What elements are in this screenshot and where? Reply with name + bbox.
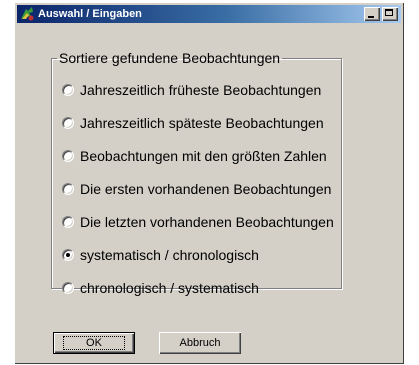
radio-option-earliest-seasonal[interactable]: Jahreszeitlich früheste Beobachtungen	[62, 82, 321, 98]
cancel-button-label: Abbruch	[179, 337, 221, 349]
radio-button[interactable]	[62, 84, 74, 96]
radio-option-chronological-systematic[interactable]: chronologisch / systematisch	[62, 280, 259, 296]
group-legend: Sortiere gefundene Beobachtungen	[59, 50, 281, 66]
dialog-window: Auswahl / Eingaben Sortiere gefundene Be…	[14, 2, 404, 364]
app-icon	[21, 7, 34, 21]
ok-button[interactable]: OK	[53, 332, 135, 354]
radio-button[interactable]	[62, 117, 74, 129]
radio-button[interactable]	[62, 249, 74, 261]
window-title: Auswahl / Eingaben	[38, 8, 142, 20]
ok-button-label: OK	[63, 336, 125, 350]
radio-label: systematisch / chronologisch	[80, 247, 259, 263]
radio-label: Die ersten vorhandenen Beobachtungen	[80, 181, 332, 197]
sort-options-group: Sortiere gefundene Beobachtungen Jahresz…	[51, 50, 342, 296]
radio-option-latest-seasonal[interactable]: Jahreszeitlich späteste Beobachtungen	[62, 115, 324, 131]
title-bar[interactable]: Auswahl / Eingaben	[17, 5, 401, 23]
cancel-button[interactable]: Abbruch	[159, 332, 241, 354]
minimize-icon	[368, 16, 374, 18]
radio-label: Jahreszeitlich späteste Beobachtungen	[80, 115, 324, 131]
maximize-button[interactable]	[382, 7, 398, 21]
radio-label: chronologisch / systematisch	[80, 280, 259, 296]
radio-button[interactable]	[62, 183, 74, 195]
radio-option-systematic-chronological[interactable]: systematisch / chronologisch	[62, 247, 259, 263]
radio-label: Die letzten vorhandenen Beobachtungen	[80, 214, 334, 230]
minimize-button[interactable]	[364, 7, 380, 21]
radio-label: Beobachtungen mit den größten Zahlen	[80, 148, 327, 164]
radio-option-first-available[interactable]: Die ersten vorhandenen Beobachtungen	[62, 181, 331, 197]
radio-option-last-available[interactable]: Die letzten vorhandenen Beobachtungen	[62, 214, 334, 230]
maximize-icon	[385, 9, 393, 16]
radio-option-largest-numbers[interactable]: Beobachtungen mit den größten Zahlen	[62, 148, 327, 164]
radio-button[interactable]	[62, 282, 74, 294]
radio-label: Jahreszeitlich früheste Beobachtungen	[80, 82, 322, 98]
radio-button[interactable]	[62, 150, 74, 162]
radio-button[interactable]	[62, 216, 74, 228]
